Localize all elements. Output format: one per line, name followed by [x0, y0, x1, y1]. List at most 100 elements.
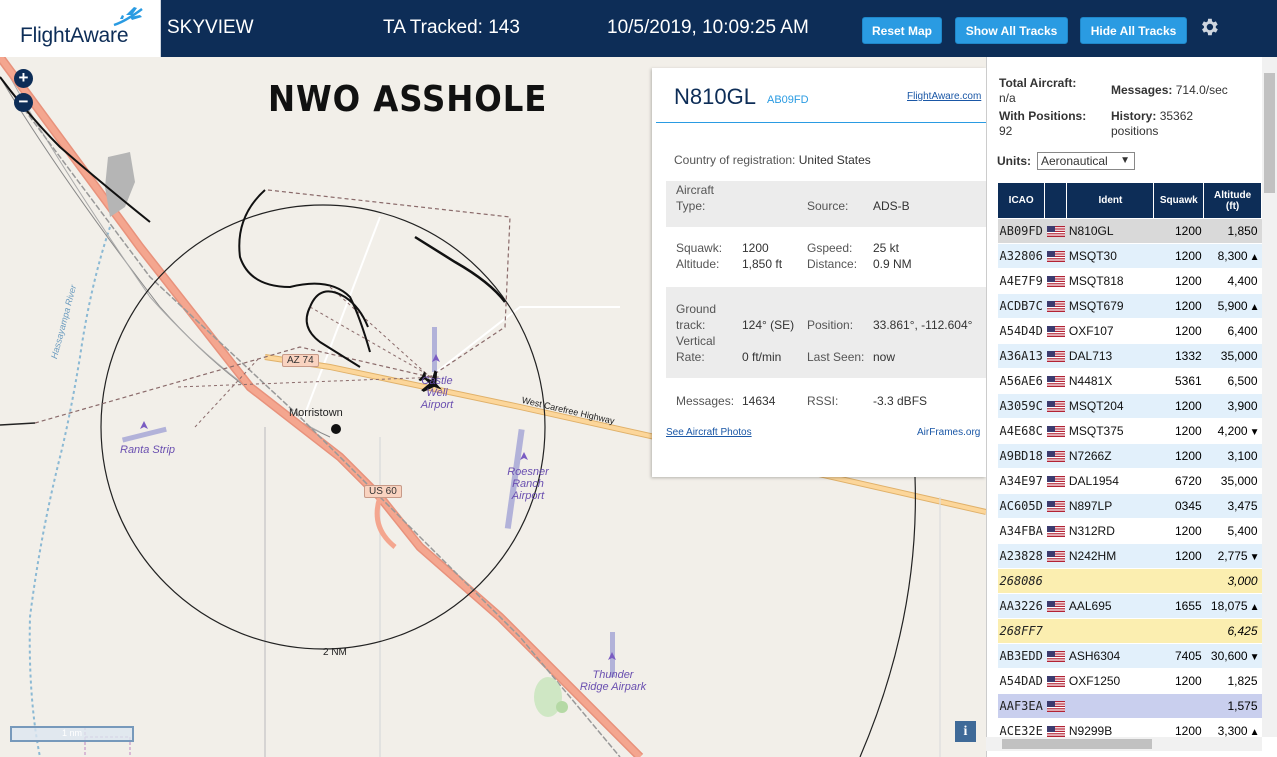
altitude-value: 3,000 — [1227, 574, 1258, 588]
table-row[interactable]: AB09FD N810GL 1200 1,850 — [997, 218, 1262, 244]
airport-label-thunder-line1: Thunder — [592, 669, 634, 681]
map-overlay-text: NWO ASSHOLE — [268, 79, 548, 120]
airport-label-roesner: Roesner Ranch Airport — [505, 466, 551, 502]
vertical-rate-value: 0 ft/min — [742, 350, 782, 364]
us-flag-icon — [1044, 293, 1067, 319]
altitude-value: 1,575 — [1227, 699, 1258, 713]
stat-history: History: 35362 positions — [1111, 109, 1193, 139]
cell-squawk: 1200 — [1153, 393, 1204, 419]
altitude-value: 1,825 — [1227, 674, 1258, 688]
detail-row-squawk: Squawk: 1200 Altitude: 1,850 ft Gspeed: … — [666, 237, 986, 277]
cell-icao: AB3EDD — [997, 643, 1045, 669]
cell-ident: MSQT679 — [1066, 293, 1154, 319]
table-row[interactable]: ACDB7C MSQT679 1200 5,900 ▲ — [997, 293, 1262, 319]
col-header-squawk[interactable]: Squawk — [1153, 182, 1205, 219]
gear-icon[interactable] — [1198, 16, 1220, 38]
reset-map-button[interactable]: Reset Map — [862, 17, 942, 44]
town-label: Morristown — [289, 407, 343, 419]
cell-altitude: 6,400 — [1203, 318, 1262, 344]
aircraft-detail-panel: N810GL AB09FD FlightAware.com Country of… — [652, 68, 986, 477]
show-all-tracks-button[interactable]: Show All Tracks — [955, 17, 1068, 44]
altitude-value: 5,400 — [1227, 524, 1258, 538]
table-row[interactable]: A36A13 DAL713 1332 35,000 — [997, 343, 1262, 369]
altitude-trend-icon: ▼ — [1249, 652, 1260, 663]
vertical-scrollbar[interactable] — [1262, 57, 1277, 737]
cell-squawk — [1153, 618, 1204, 644]
cell-squawk: 1200 — [1153, 543, 1204, 569]
cell-ident: OXF1250 — [1066, 668, 1154, 694]
flightaware-logo[interactable]: FlightAware — [0, 0, 161, 57]
table-row[interactable]: AA3226 AAL695 1655 18,075 ▲ — [997, 593, 1262, 619]
cell-ident: DAL713 — [1066, 343, 1154, 369]
cell-ident: OXF107 — [1066, 318, 1154, 344]
cell-squawk: 1200 — [1153, 668, 1204, 694]
cell-squawk: 1200 — [1153, 293, 1204, 319]
table-row[interactable]: AB3EDD ASH6304 7405 30,600 ▼ — [997, 643, 1262, 669]
table-row[interactable]: AAF3EA 1,575 — [997, 693, 1262, 719]
map-info-button[interactable]: i — [955, 721, 976, 742]
cell-altitude: 3,475 — [1203, 493, 1262, 519]
cell-ident: N810GL — [1066, 218, 1154, 244]
horizontal-scrollbar[interactable] — [986, 737, 1262, 751]
cell-icao: A36A13 — [997, 343, 1045, 369]
altitude-value: 4,400 — [1227, 274, 1258, 288]
table-row[interactable]: 268FF7 6,425 — [997, 618, 1262, 644]
table-row[interactable]: A9BD18 N7266Z 1200 3,100 — [997, 443, 1262, 469]
cell-squawk: 1200 — [1153, 418, 1204, 444]
units-select[interactable]: Aeronautical ▼ — [1037, 152, 1135, 170]
rssi-label: RSSI: — [807, 394, 839, 408]
cell-icao: A32806 — [997, 243, 1045, 269]
us-flag-icon — [1044, 618, 1067, 644]
table-row[interactable]: A3059C MSQT204 1200 3,900 — [997, 393, 1262, 419]
table-row[interactable]: A23828 N242HM 1200 2,775 ▼ — [997, 543, 1262, 569]
messages-label: Messages: — [676, 394, 735, 408]
zoom-out-button[interactable]: − — [14, 93, 33, 112]
table-row[interactable]: A32806 MSQT30 1200 8,300 ▲ — [997, 243, 1262, 269]
zoom-in-button[interactable]: + — [14, 69, 33, 88]
flightaware-link[interactable]: FlightAware.com — [907, 91, 981, 102]
cell-squawk: 1332 — [1153, 343, 1204, 369]
col-header-icao[interactable]: ICAO — [996, 182, 1046, 219]
us-flag-icon — [1044, 493, 1067, 519]
cell-icao: AB09FD — [997, 218, 1045, 244]
table-row[interactable]: AC605D N897LP 0345 3,475 — [997, 493, 1262, 519]
airport-label-roesner-line3: Airport — [511, 490, 545, 502]
table-row[interactable]: A4E68C MSQT375 1200 4,200 ▼ — [997, 418, 1262, 444]
cell-squawk: 1200 — [1153, 443, 1204, 469]
table-row[interactable]: A54DAD OXF1250 1200 1,825 — [997, 668, 1262, 694]
altitude-trend-icon: ▼ — [1249, 552, 1260, 563]
aircraft-table: ICAO Ident Squawk Altitude (ft) AB09FD N8… — [996, 182, 1262, 744]
table-row[interactable]: A34FBA N312RD 1200 5,400 — [997, 518, 1262, 544]
squawk-label: Squawk: — [676, 241, 723, 255]
table-row[interactable]: A54D4D OXF107 1200 6,400 — [997, 318, 1262, 344]
cell-ident: N242HM — [1066, 543, 1154, 569]
cell-squawk: 1200 — [1153, 318, 1204, 344]
table-row[interactable]: A4E7F9 MSQT818 1200 4,400 — [997, 268, 1262, 294]
cell-altitude: 4,400 — [1203, 268, 1262, 294]
col-header-altitude[interactable]: Altitude (ft) — [1203, 182, 1262, 219]
chevron-down-icon: ▼ — [1120, 155, 1130, 166]
messages-rate-value: 714.0/sec — [1175, 83, 1228, 97]
cell-ident: MSQT375 — [1066, 418, 1154, 444]
table-row[interactable]: A34E97 DAL1954 6720 35,000 — [997, 468, 1262, 494]
cell-ident: AAL695 — [1066, 593, 1154, 619]
altitude-value: 6,500 — [1227, 374, 1258, 388]
table-row[interactable]: A56AE6 N4481X 5361 6,500 — [997, 368, 1262, 394]
col-header-ident[interactable]: Ident — [1066, 182, 1155, 219]
us-flag-icon — [1044, 693, 1067, 719]
col-header-flag[interactable] — [1044, 182, 1068, 219]
hide-all-tracks-button[interactable]: Hide All Tracks — [1080, 17, 1187, 44]
us-flag-icon — [1044, 268, 1067, 294]
airframes-link[interactable]: AirFrames.org — [917, 427, 980, 438]
altitude-value: 35,000 — [1220, 349, 1258, 363]
table-row[interactable]: 268086 3,000 — [997, 568, 1262, 594]
aircraft-photos-link[interactable]: See Aircraft Photos — [666, 427, 752, 438]
vertical-scroll-thumb[interactable] — [1264, 73, 1275, 193]
altitude-trend-icon: ▲ — [1249, 302, 1260, 313]
altitude-label: Altitude: — [676, 257, 720, 271]
cell-ident — [1066, 693, 1154, 719]
altitude-value: 35,000 — [1220, 474, 1258, 488]
cell-icao: A34FBA — [997, 518, 1045, 544]
cell-squawk — [1153, 568, 1204, 594]
horizontal-scroll-thumb[interactable] — [1002, 739, 1152, 749]
